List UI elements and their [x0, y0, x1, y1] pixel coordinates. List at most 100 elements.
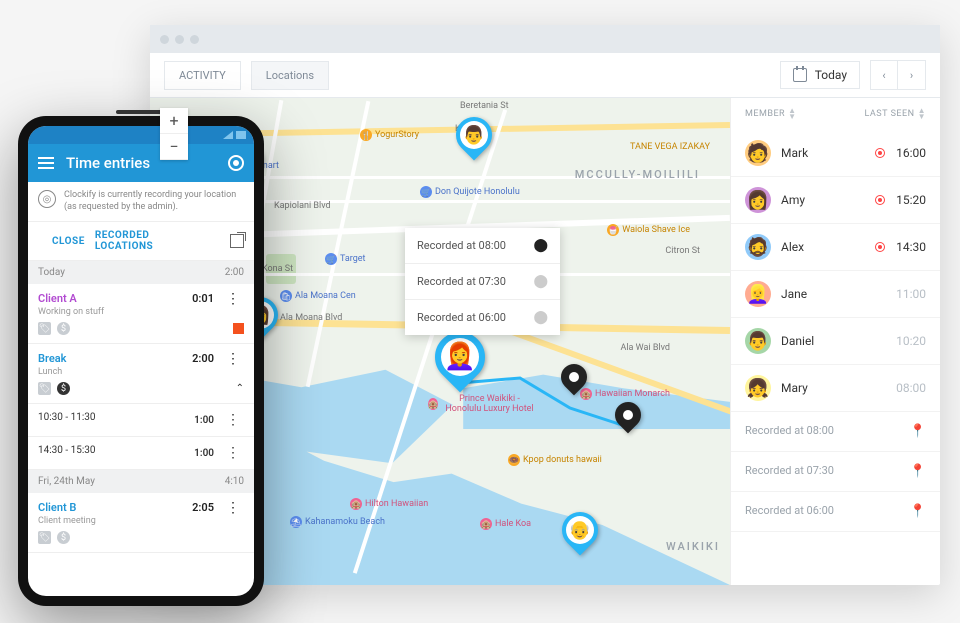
time-entry[interactable]: Break 2:00 ⋮ Lunch 🏷 $ ⌃	[28, 344, 254, 404]
tag-icon[interactable]: 🏷	[38, 531, 51, 544]
phone-speaker	[116, 110, 166, 114]
external-link-icon[interactable]	[230, 234, 244, 248]
popup-row[interactable]: Recorded at 07:30 ⬤	[405, 264, 560, 300]
prev-button[interactable]: ‹	[870, 60, 898, 90]
menu-icon[interactable]	[38, 157, 54, 169]
collapse-icon[interactable]: ⌃	[236, 383, 244, 394]
poi-hilton[interactable]: 🏨Hilton Hawaiian	[350, 498, 428, 510]
avatar: 👩	[745, 187, 771, 213]
location-icon: 📍	[910, 504, 926, 519]
poi-prince[interactable]: 🏨Prince Waikiki - Honolulu Luxury Hotel	[428, 394, 538, 414]
member-row[interactable]: 👨 Daniel 10:20	[731, 318, 940, 365]
member-name: Mary	[781, 381, 886, 395]
poi-target[interactable]: 🛒Target	[325, 253, 366, 265]
billable-icon[interactable]: $	[57, 382, 70, 395]
location-notice: ◎ Clockify is currently recording your l…	[28, 182, 254, 222]
street-label: Kapiolani Blvd	[274, 201, 331, 211]
notice-actions: CLOSE RECORDED LOCATIONS	[28, 222, 254, 261]
appbar-title: Time entries	[66, 154, 216, 172]
signal-icon	[223, 131, 233, 139]
waypoint-pin[interactable]	[615, 402, 641, 436]
street-label: Beretania St	[460, 101, 509, 111]
window-control[interactable]	[160, 35, 169, 44]
zoom-out-button[interactable]: −	[160, 134, 188, 160]
member-pin[interactable]: 👨	[456, 117, 492, 163]
poi-halekoa[interactable]: 🏨Hale Koa	[480, 518, 531, 530]
day-header: Fri, 24th May4:10	[28, 470, 254, 493]
last-seen-time: 08:00	[896, 381, 926, 395]
avatar: 👧	[745, 375, 771, 401]
segment-duration: 1:00	[194, 448, 214, 459]
tag-icon[interactable]: 🏷	[38, 322, 51, 335]
poi-waiola[interactable]: 🍧Waiola Shave Ice	[607, 224, 690, 236]
street-label: Ala Moana Blvd	[280, 313, 342, 323]
window-control[interactable]	[175, 35, 184, 44]
map-zoom: + −	[160, 108, 188, 160]
entry-menu-button[interactable]: ⋮	[222, 354, 244, 364]
recorded-label: Recorded at 07:30	[745, 464, 834, 479]
member-row[interactable]: 🧑 Mark 16:00	[731, 130, 940, 177]
popup-row[interactable]: Recorded at 08:00 ⬤	[405, 228, 560, 264]
entry-duration: 2:00	[192, 352, 214, 365]
time-entry-segment[interactable]: 14:30 - 15:301:00⋮	[28, 437, 254, 470]
recorded-row[interactable]: Recorded at 08:00📍	[731, 412, 940, 452]
day-label: Today	[38, 267, 65, 278]
time-entry-segment[interactable]: 10:30 - 11:301:00⋮	[28, 404, 254, 437]
live-indicator	[874, 241, 886, 253]
location-icon: ⬤	[533, 238, 548, 253]
col-member[interactable]: MEMBER▲▼	[745, 108, 797, 120]
time-entry[interactable]: Client A 0:01 ⋮ Working on stuff 🏷 $	[28, 284, 254, 344]
entry-description: Working on stuff	[38, 307, 244, 317]
poi-monarch[interactable]: 🏨Hawaiian Monarch	[580, 388, 670, 400]
battery-icon	[236, 131, 246, 139]
district-label: WAIKIKI	[666, 540, 720, 553]
member-row[interactable]: 👧 Mary 08:00	[731, 365, 940, 412]
avatar: 👨	[745, 328, 771, 354]
waypoint-pin[interactable]	[561, 364, 587, 398]
poi-tane[interactable]: TANE VEGA IZAKAY	[630, 142, 710, 152]
window-control[interactable]	[190, 35, 199, 44]
entry-menu-button[interactable]: ⋮	[222, 294, 244, 304]
toolbar: ACTIVITY Locations Today ‹ ›	[150, 53, 940, 98]
member-pin[interactable]: 👴	[562, 512, 598, 558]
segment-menu-button[interactable]: ⋮	[222, 412, 244, 428]
recorded-row[interactable]: Recorded at 07:30 📍	[731, 452, 940, 492]
date-selector[interactable]: Today	[780, 61, 860, 89]
recorded-row[interactable]: Recorded at 06:00📍	[731, 492, 940, 532]
popup-row[interactable]: Recorded at 06:00 ⬤	[405, 300, 560, 335]
recorded-locations-button[interactable]: RECORDED LOCATIONS	[95, 230, 210, 252]
phone-mockup: Time entries ◎ Clockify is currently rec…	[18, 116, 264, 606]
poi-alamoana[interactable]: 🛍Ala Moana Cen	[280, 290, 356, 302]
poi-kpop[interactable]: 🍩Kpop donuts hawaii	[508, 454, 602, 466]
time-entry[interactable]: Client B 2:05 ⋮ Client meeting 🏷 $	[28, 493, 254, 553]
entry-description: Client meeting	[38, 516, 244, 526]
tag-icon[interactable]: 🏷	[38, 382, 51, 395]
segment-menu-button[interactable]: ⋮	[222, 445, 244, 461]
zoom-in-button[interactable]: +	[160, 108, 188, 134]
street-label: Kona St	[262, 264, 293, 274]
phone-screen: Time entries ◎ Clockify is currently rec…	[28, 126, 254, 596]
billable-icon[interactable]: $	[57, 322, 70, 335]
next-button[interactable]: ›	[898, 60, 926, 90]
tab-locations[interactable]: Locations	[251, 61, 329, 90]
location-icon: 📍	[910, 464, 926, 479]
stop-recording-button[interactable]	[233, 323, 244, 334]
col-lastseen[interactable]: LAST SEEN▲▼	[865, 108, 927, 120]
poi-donquijote[interactable]: 🛒Don Quijote Honolulu	[420, 186, 520, 198]
member-name: Amy	[781, 193, 864, 207]
sidebar-header: MEMBER▲▼ LAST SEEN▲▼	[731, 98, 940, 130]
member-pin-selected[interactable]: 👩‍🦰	[435, 332, 485, 394]
sort-icon: ▲▼	[788, 108, 796, 120]
gps-icon[interactable]	[228, 155, 244, 171]
segment-range: 10:30 - 11:30	[38, 412, 96, 428]
billable-icon[interactable]: $	[57, 531, 70, 544]
close-button[interactable]: CLOSE	[52, 236, 85, 247]
member-row[interactable]: 👩 Amy 15:20	[731, 177, 940, 224]
live-indicator	[874, 147, 886, 159]
poi-yogurstory[interactable]: 🍴YogurStory	[360, 129, 419, 141]
poi-kahanamoku[interactable]: ⛱Kahanamoku Beach	[290, 516, 385, 528]
member-row[interactable]: 👱‍♀️ Jane 11:00	[731, 271, 940, 318]
tab-activity[interactable]: ACTIVITY	[164, 61, 241, 90]
member-row[interactable]: 🧔 Alex 14:30	[731, 224, 940, 271]
entry-menu-button[interactable]: ⋮	[222, 503, 244, 513]
